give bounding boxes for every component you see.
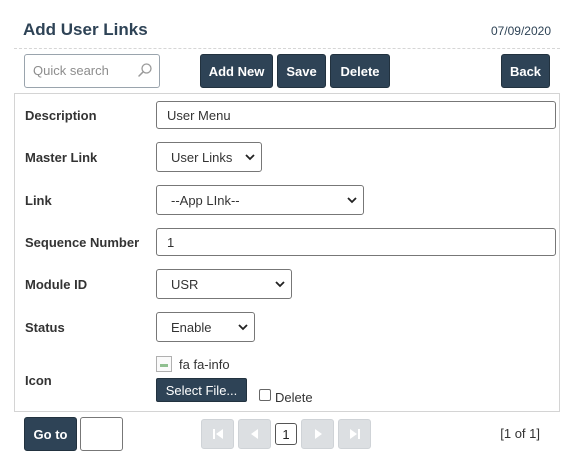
page-header: Add User Links 07/09/2020 [14,14,560,49]
pager: Go to 1 [1 of 1] [14,416,560,452]
user-link-form: Description Master Link User Links Link … [14,93,560,412]
icon-preview: fa fa-info [156,355,230,373]
page-count: [1 of 1] [500,426,540,441]
status-select[interactable]: Enable [156,312,255,342]
link-select[interactable]: --App LInk-- [156,185,364,215]
chevron-down-icon [347,197,357,204]
master-link-label: Master Link [25,150,98,165]
go-to-button[interactable]: Go to [24,417,77,451]
link-label: Link [25,193,52,208]
module-id-select[interactable]: USR [156,269,292,299]
chevron-down-icon [245,154,255,161]
header-date: 07/09/2020 [490,24,551,38]
status-label: Status [25,320,65,335]
next-page-button[interactable] [301,419,334,449]
link-value: --App LInk-- [171,192,240,208]
go-to-page-input[interactable] [80,417,123,451]
quick-search-input[interactable] [25,55,137,85]
page-title: Add User Links [23,20,148,39]
module-id-value: USR [171,276,199,292]
description-label: Description [25,108,97,123]
last-page-button[interactable] [338,419,371,449]
icon-image-alt-text: fa fa-info [179,356,230,372]
last-page-icon [349,429,360,439]
delete-button[interactable]: Delete [330,54,390,88]
toolbar: Add New Save Delete Back [14,54,560,90]
save-button[interactable]: Save [277,54,326,88]
broken-image-icon [156,356,172,372]
search-icon[interactable] [137,62,153,78]
sequence-number-field[interactable] [156,228,556,256]
delete-icon-checkbox[interactable] [259,389,271,401]
chevron-down-icon [275,281,285,288]
previous-page-icon [250,429,258,439]
next-page-icon [314,429,322,439]
description-field[interactable] [156,101,556,129]
first-page-icon [212,429,223,439]
master-link-select[interactable]: User Links [156,142,262,172]
master-link-value: User Links [171,149,233,165]
status-value: Enable [171,319,212,335]
previous-page-button[interactable] [238,419,271,449]
module-id-label: Module ID [25,277,88,292]
sequence-number-label: Sequence Number [25,235,140,250]
delete-icon-label: Delete [275,390,313,405]
add-new-button[interactable]: Add New [200,54,273,88]
current-page-number[interactable]: 1 [275,423,297,445]
select-file-button[interactable]: Select File... [156,378,247,402]
back-button[interactable]: Back [501,54,550,88]
first-page-button[interactable] [201,419,234,449]
quick-search-box[interactable] [24,54,160,88]
icon-label: Icon [25,373,52,388]
chevron-down-icon [238,324,248,331]
